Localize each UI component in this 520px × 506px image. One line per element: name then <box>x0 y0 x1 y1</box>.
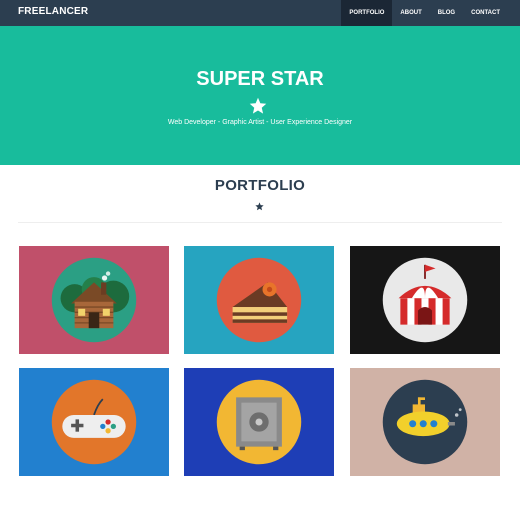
divider <box>18 222 502 223</box>
cake-icon <box>216 257 302 343</box>
hero-subtitle: Web Developer - Graphic Artist - User Ex… <box>167 119 353 126</box>
portfolio-item-game-controller[interactable] <box>19 368 169 476</box>
cabin-icon <box>51 257 137 343</box>
portfolio-item-cabin[interactable] <box>19 246 169 354</box>
nav-link-about[interactable]: ABOUT <box>392 0 429 26</box>
submarine-icon <box>382 379 468 465</box>
safe-icon <box>216 379 302 465</box>
portfolio-item-circus[interactable] <box>350 246 500 354</box>
star-icon <box>249 97 267 114</box>
hero-title: SUPER STAR <box>196 68 324 90</box>
portfolio-item-safe[interactable] <box>184 368 334 476</box>
portfolio-item-cake[interactable] <box>184 246 334 354</box>
nav-link-portfolio[interactable]: PORTFOLIO <box>341 0 393 26</box>
portfolio-item-submarine[interactable] <box>350 368 500 476</box>
hero-section: SUPER STAR Web Developer - Graphic Artis… <box>0 26 520 165</box>
nav-link-blog[interactable]: BLOG <box>430 0 463 26</box>
brand-logo[interactable]: FREELANCER <box>18 6 88 17</box>
game-controller-icon <box>51 379 137 465</box>
navbar: FREELANCER PORTFOLIO ABOUT BLOG CONTACT <box>0 0 520 26</box>
nav-links: PORTFOLIO ABOUT BLOG CONTACT <box>341 0 508 26</box>
portfolio-title: PORTFOLIO <box>214 177 306 194</box>
circus-tent-icon <box>382 257 468 343</box>
star-icon <box>255 202 264 211</box>
nav-link-contact[interactable]: CONTACT <box>463 0 508 26</box>
